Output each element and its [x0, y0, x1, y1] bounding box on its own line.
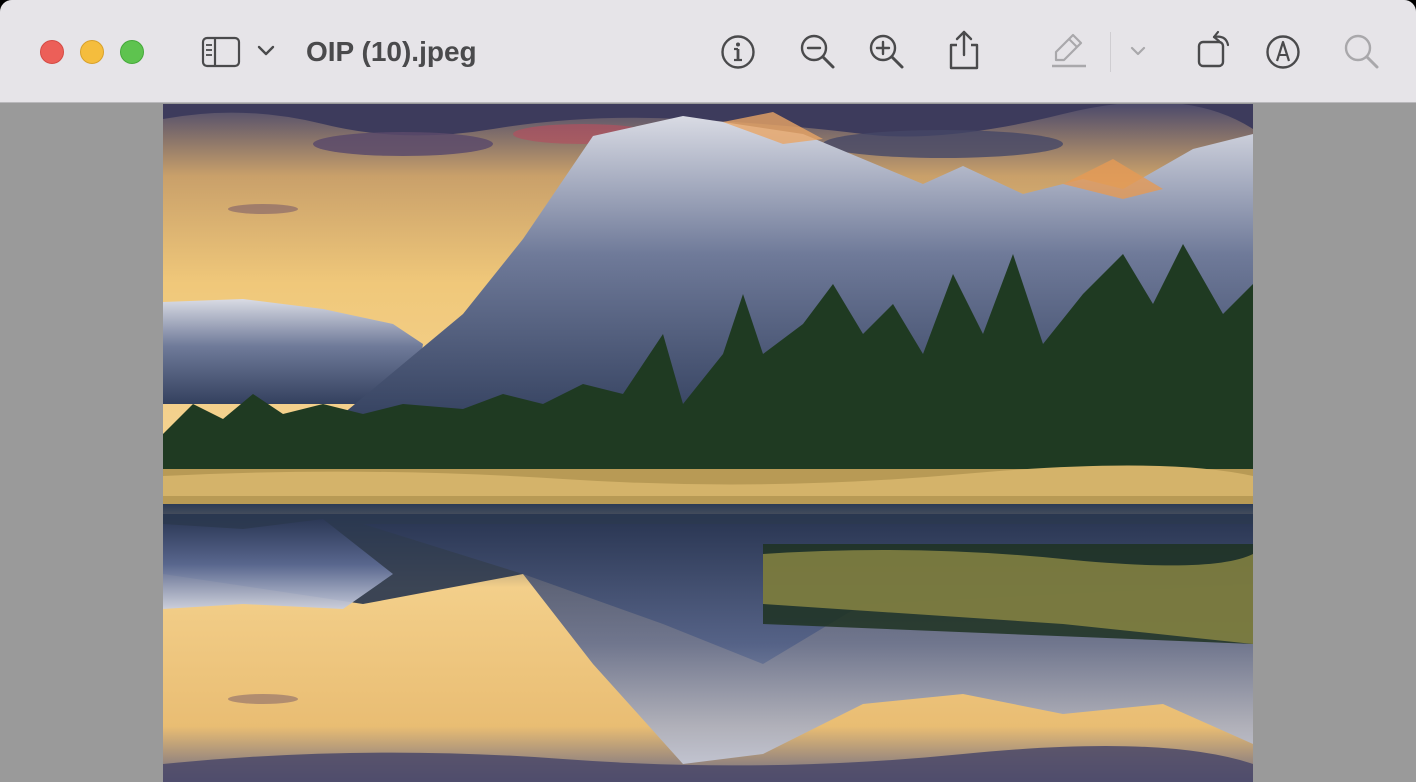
- mountain-lake-photo: [163, 104, 1253, 782]
- fullscreen-button[interactable]: [120, 40, 144, 64]
- zoom-in-icon[interactable]: [868, 33, 906, 71]
- rotate-icon[interactable]: [1196, 30, 1234, 70]
- window-title: OIP (10).jpeg: [306, 36, 477, 67]
- search-icon[interactable]: [1343, 33, 1381, 71]
- close-button[interactable]: [40, 40, 64, 64]
- toolbar-divider: [1110, 32, 1111, 72]
- image-viewer-area[interactable]: [0, 104, 1416, 782]
- sidebar-icon[interactable]: [201, 36, 241, 68]
- toolbar: OIP (10).jpeg: [0, 0, 1416, 103]
- minimize-button[interactable]: [80, 40, 104, 64]
- markup-icon[interactable]: [1265, 34, 1301, 70]
- info-icon[interactable]: [720, 34, 756, 70]
- highlight-pen-icon[interactable]: [1051, 31, 1087, 69]
- preview-window: OIP (10).jpeg: [0, 0, 1416, 782]
- zoom-out-icon[interactable]: [799, 33, 837, 71]
- share-icon[interactable]: [947, 29, 981, 71]
- chevron-down-icon[interactable]: [256, 44, 276, 58]
- markup-options-chevron-icon[interactable]: [1129, 45, 1147, 57]
